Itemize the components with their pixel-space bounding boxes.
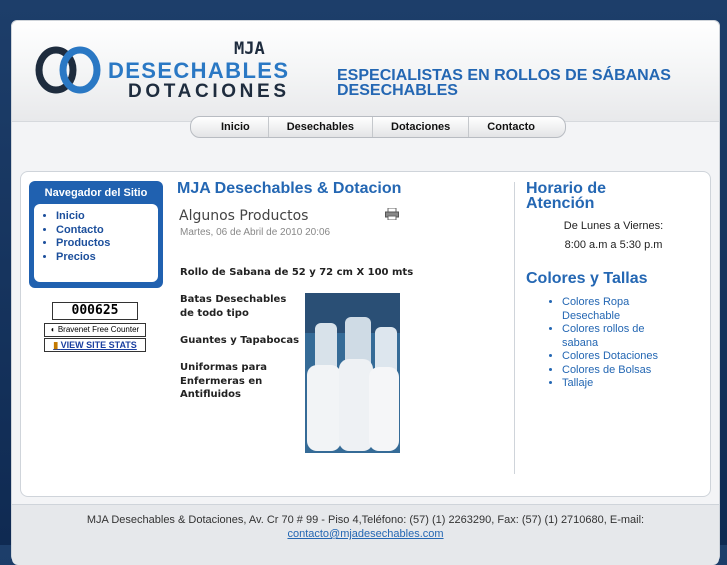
- tagline: ESPECIALISTAS EN ROLLOS DE SÁBANAS DESEC…: [337, 67, 671, 99]
- page-container: MJA DESECHABLES DOTACIONES ESPECIALISTAS…: [11, 20, 720, 565]
- content-area: Navegador del Sitio Inicio Contacto Prod…: [20, 171, 711, 497]
- footer-text: MJA Desechables & Dotaciones, Av. Cr 70 …: [81, 513, 651, 541]
- colors-item-bolsas[interactable]: Colores de Bolsas: [562, 364, 682, 378]
- logo-line1: DESECHABLES: [108, 58, 288, 83]
- sidebar-item-productos[interactable]: Productos: [56, 237, 158, 251]
- hours-time: 8:00 a.m a 5:30 p.m: [564, 239, 663, 251]
- footer-address: MJA Desechables & Dotaciones, Av. Cr 70 …: [86, 514, 645, 526]
- site-logo[interactable]: MJA DESECHABLES DOTACIONES: [34, 37, 294, 101]
- site-navigator-title: Navegador del Sitio: [44, 187, 148, 199]
- hours-title: Horario de Atención: [526, 180, 607, 212]
- column-divider: [514, 182, 515, 474]
- header: MJA DESECHABLES DOTACIONES ESPECIALISTAS…: [12, 21, 719, 122]
- colors-title: Colores y Tallas: [526, 270, 648, 287]
- page-title: MJA Desechables & Dotacion: [177, 180, 402, 197]
- view-site-stats-link[interactable]: ▮ VIEW SITE STATS: [44, 338, 146, 352]
- print-icon[interactable]: [385, 208, 399, 220]
- footer: MJA Desechables & Dotaciones, Av. Cr 70 …: [12, 504, 719, 565]
- bravenet-icon: ◐: [50, 325, 58, 334]
- sidebar-item-contacto[interactable]: Contacto: [56, 224, 158, 238]
- stats-chart-icon: ▮: [53, 340, 61, 350]
- nav-dotaciones[interactable]: Dotaciones: [373, 117, 470, 137]
- product-rolls-photo: [305, 293, 400, 453]
- article-date: Martes, 06 de Abril de 2010 20:06: [180, 227, 331, 238]
- bravenet-label: Bravenet Free Counter: [57, 325, 140, 334]
- sidebar-item-inicio[interactable]: Inicio: [56, 210, 158, 224]
- hours-box: De Lunes a Viernes: 8:00 a.m a 5:30 p.m: [526, 217, 701, 255]
- nav-inicio[interactable]: Inicio: [203, 117, 269, 137]
- hours-days: De Lunes a Viernes:: [563, 220, 664, 232]
- logo-rings-icon: [35, 46, 101, 94]
- product-guantes: Guantes y Tapabocas: [180, 335, 300, 346]
- site-navigator: Navegador del Sitio Inicio Contacto Prod…: [29, 181, 163, 288]
- product-uniformes: Uniformas para Enfermeras en Antifluidos: [180, 362, 268, 400]
- nav-contacto[interactable]: Contacto: [469, 117, 553, 137]
- colors-item-ropa[interactable]: Colores Ropa Desechable: [562, 296, 682, 323]
- product-sabanas: Rollo de Sabana de 52 y 72 cm X 100 mts: [180, 267, 414, 278]
- main-nav: Inicio Desechables Dotaciones Contacto: [190, 116, 566, 138]
- product-batas: Batas Desechables de todo tipo: [180, 294, 287, 319]
- colors-list: Colores Ropa Desechable Colores rollos d…: [526, 296, 682, 391]
- stats-label: VIEW SITE STATS: [60, 340, 137, 350]
- nav-desechables[interactable]: Desechables: [269, 117, 373, 137]
- visit-counter: 000625: [52, 302, 138, 320]
- bravenet-counter-link[interactable]: ◐ Bravenet Free Counter: [44, 323, 146, 337]
- site-navigator-list-box: Inicio Contacto Productos Precios: [34, 204, 158, 282]
- colors-item-tallaje[interactable]: Tallaje: [562, 377, 682, 391]
- colors-item-dotaciones[interactable]: Colores Dotaciones: [562, 350, 682, 364]
- logo-line2: DOTACIONES: [128, 81, 286, 101]
- article-title: Algunos Productos: [179, 208, 309, 224]
- footer-email-link[interactable]: contacto@mjadesechables.com: [287, 528, 443, 540]
- sidebar-item-precios[interactable]: Precios: [56, 251, 158, 265]
- colors-item-rollos[interactable]: Colores rollos de sabana: [562, 323, 682, 350]
- logo-mja: MJA: [234, 39, 265, 59]
